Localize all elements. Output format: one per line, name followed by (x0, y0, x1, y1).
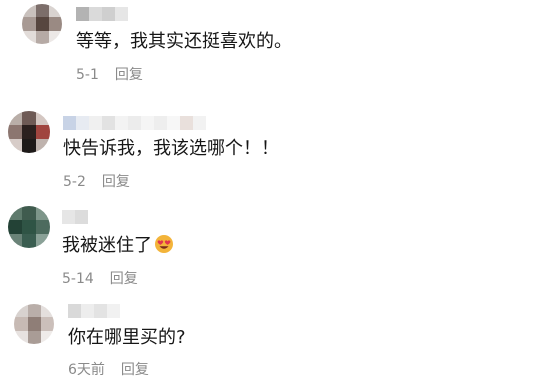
comment-item: 等等，我其实还挺喜欢的。 5-1 回复 (0, 0, 554, 95)
reply-button[interactable]: 回复 (115, 67, 143, 83)
comment-text: 快告诉我，我该选哪个！！ (63, 138, 279, 159)
heart-eyes-emoji-icon (154, 234, 174, 254)
reply-button[interactable]: 回复 (102, 174, 130, 190)
comment-date: 6天前 (68, 362, 105, 378)
username[interactable] (68, 304, 120, 318)
comment-date: 5-14 (62, 271, 94, 287)
avatar[interactable] (22, 4, 62, 44)
comment-date: 5-2 (63, 174, 86, 190)
comment-date: 5-1 (76, 67, 99, 83)
comment-meta: 6天前 回复 (68, 361, 149, 379)
avatar[interactable] (8, 206, 50, 248)
reply-button[interactable]: 回复 (110, 271, 138, 287)
comment-meta: 5-2 回复 (63, 173, 130, 191)
comment-text: 等等，我其实还挺喜欢的。 (76, 31, 292, 52)
comment-text: 你在哪里买的? (68, 327, 186, 348)
username[interactable] (63, 116, 206, 130)
comment-meta: 5-1 回复 (76, 66, 143, 84)
comment-text: 我被迷住了 (62, 234, 174, 258)
avatar[interactable] (8, 111, 50, 153)
comment-item: 你在哪里买的? 6天前 回复 (0, 290, 554, 380)
comment-item: 我被迷住了 5-14 回复 (0, 190, 554, 290)
username[interactable] (76, 7, 128, 21)
comment-meta: 5-14 回复 (62, 270, 138, 288)
avatar[interactable] (14, 304, 54, 344)
reply-button[interactable]: 回复 (121, 362, 149, 378)
comment-text-content: 我被迷住了 (62, 235, 152, 256)
comment-item: 快告诉我，我该选哪个！！ 5-2 回复 (0, 95, 554, 190)
username[interactable] (62, 210, 88, 224)
